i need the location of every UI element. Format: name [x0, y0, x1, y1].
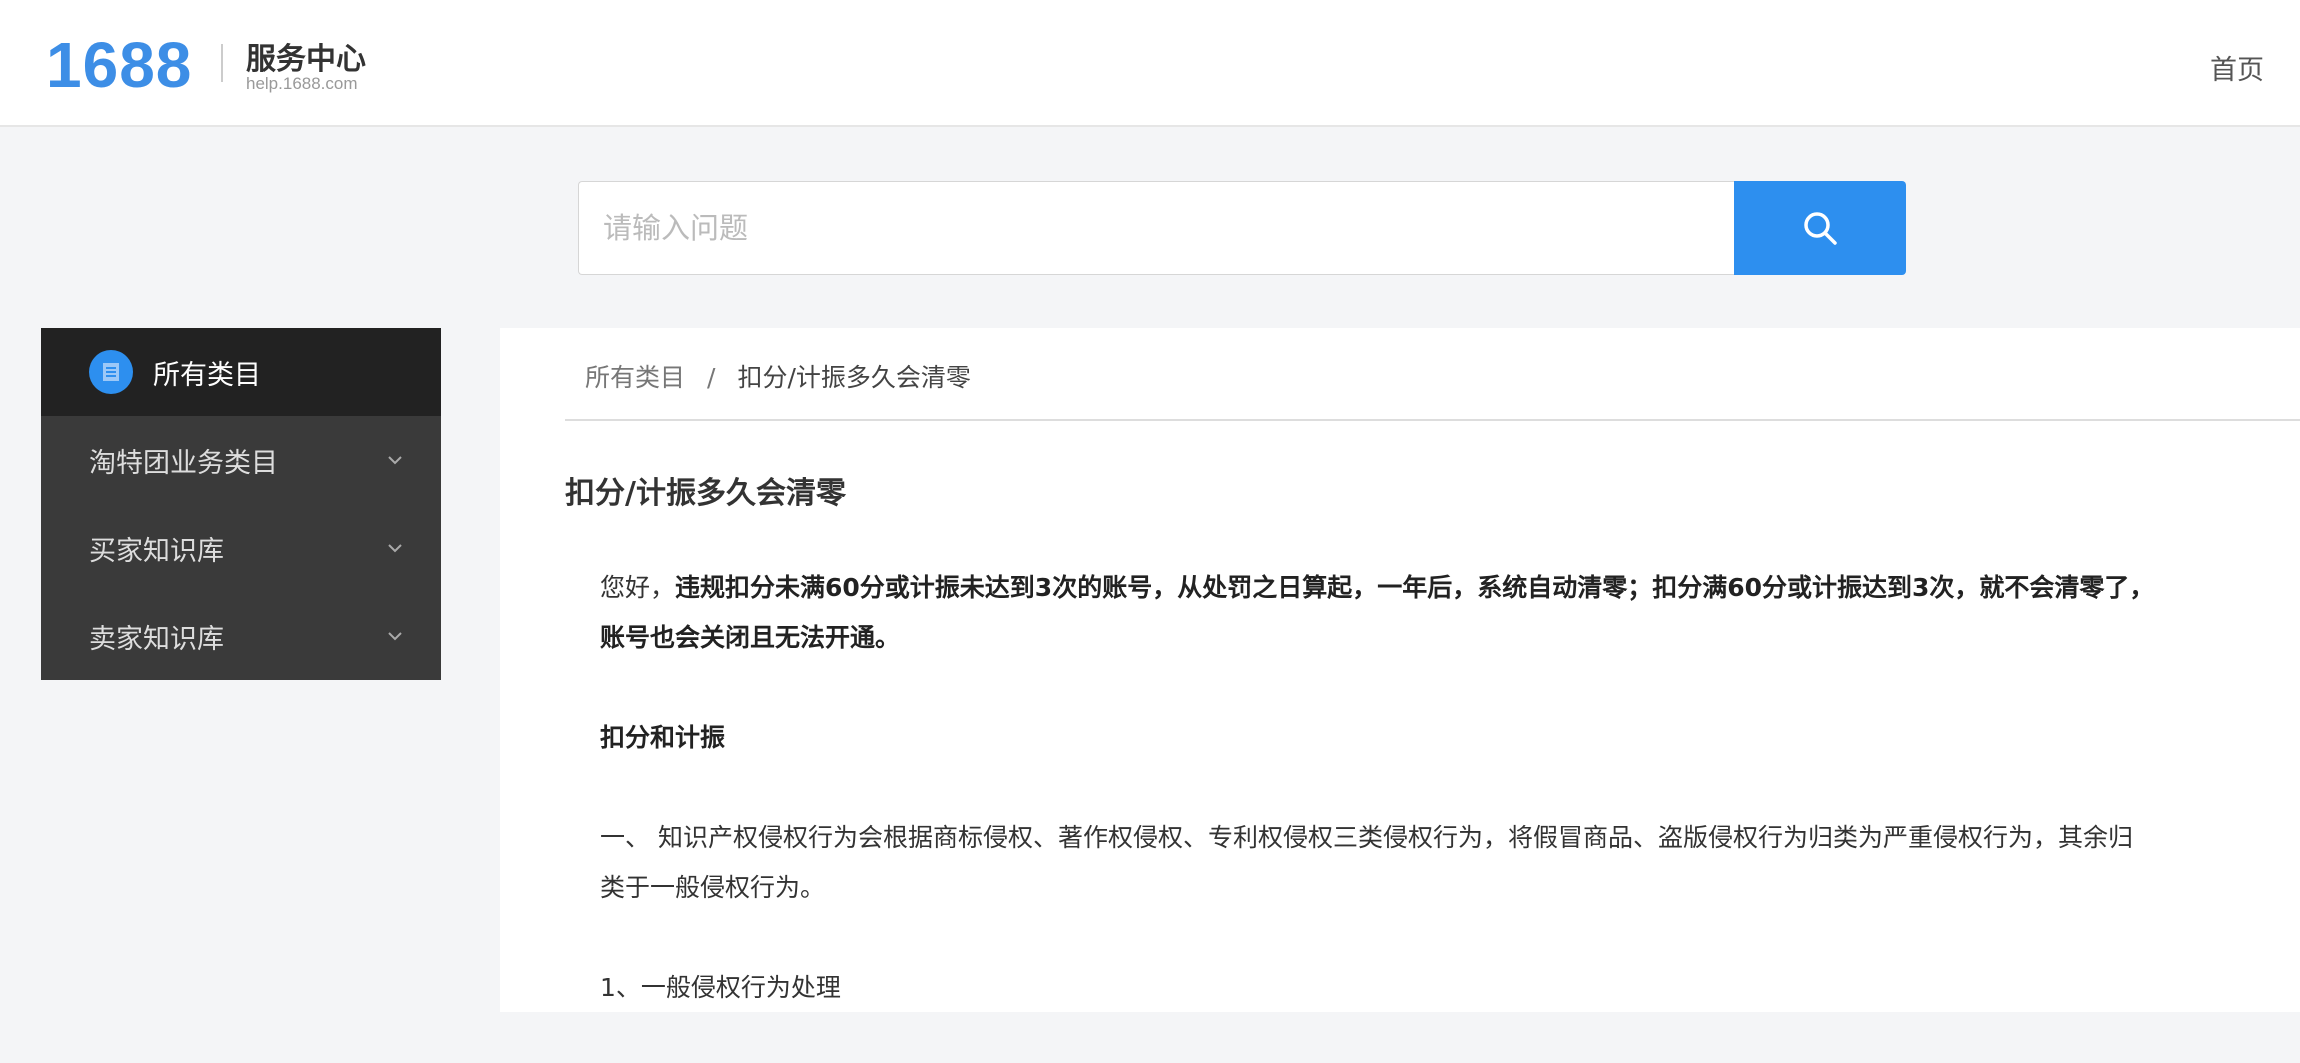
service-url: help.1688.com	[246, 74, 358, 94]
breadcrumb-root[interactable]: 所有类目	[585, 363, 685, 392]
greeting: 您好，	[600, 573, 675, 602]
section-heading: 扣分和计振	[600, 713, 2300, 763]
sidebar-header-label: 所有类目	[153, 353, 261, 392]
home-link[interactable]: 首页	[2210, 48, 2264, 87]
paragraph-general: 1、一般侵权行为处理	[600, 963, 2300, 1013]
logo-divider	[221, 44, 223, 82]
intro-bold-line1: 违规扣分未满60分或计振未达到3次的账号，从处罚之日算起，一年后，系统自动清零；…	[675, 573, 2154, 602]
article-body: 您好，违规扣分未满60分或计振未达到3次的账号，从处罚之日算起，一年后，系统自动…	[600, 563, 2300, 1063]
breadcrumb-separator: /	[707, 363, 715, 392]
sidebar-item-taote[interactable]: 淘特团业务类目	[41, 416, 441, 504]
para-line2: 类于一般侵权行为。	[600, 873, 825, 902]
search-input[interactable]	[578, 181, 1735, 275]
logo[interactable]: 1688	[46, 28, 192, 102]
divider	[565, 419, 2300, 421]
sidebar-item-seller[interactable]: 卖家知识库	[41, 592, 441, 680]
section-heading-text: 扣分和计振	[600, 723, 725, 752]
search-button[interactable]	[1734, 181, 1906, 275]
paragraph-infringement: 一、 知识产权侵权行为会根据商标侵权、著作权侵权、专利权侵权三类侵权行为，将假冒…	[600, 813, 2300, 913]
sidebar-item-label: 卖家知识库	[89, 617, 224, 656]
paragraph-intro: 您好，违规扣分未满60分或计振未达到3次的账号，从处罚之日算起，一年后，系统自动…	[600, 563, 2300, 663]
intro-bold-line2: 账号也会关闭且无法开通。	[600, 623, 900, 652]
chevron-down-icon	[387, 543, 403, 553]
sidebar-item-label: 买家知识库	[89, 529, 224, 568]
chevron-down-icon	[387, 631, 403, 641]
sidebar-item-buyer[interactable]: 买家知识库	[41, 504, 441, 592]
search-icon	[1801, 209, 1839, 247]
para-line1: 一、 知识产权侵权行为会根据商标侵权、著作权侵权、专利权侵权三类侵权行为，将假冒…	[600, 823, 2133, 852]
category-sidebar: 所有类目 淘特团业务类目 买家知识库 卖家知识库	[41, 328, 441, 680]
article-panel: 所有类目 / 扣分/计振多久会清零 扣分/计振多久会清零 您好，违规扣分未满60分或…	[500, 328, 2300, 1012]
service-title: 服务中心	[246, 34, 366, 78]
header: 1688 服务中心 help.1688.com 首页	[0, 0, 2300, 127]
list-icon	[89, 350, 133, 394]
article-title: 扣分/计振多久会清零	[565, 468, 846, 512]
sidebar-item-label: 淘特团业务类目	[89, 441, 278, 480]
breadcrumb: 所有类目 / 扣分/计振多久会清零	[585, 358, 971, 394]
chevron-down-icon	[387, 455, 403, 465]
breadcrumb-current: 扣分/计振多久会清零	[737, 363, 970, 392]
sidebar-header-all-categories[interactable]: 所有类目	[41, 328, 441, 416]
